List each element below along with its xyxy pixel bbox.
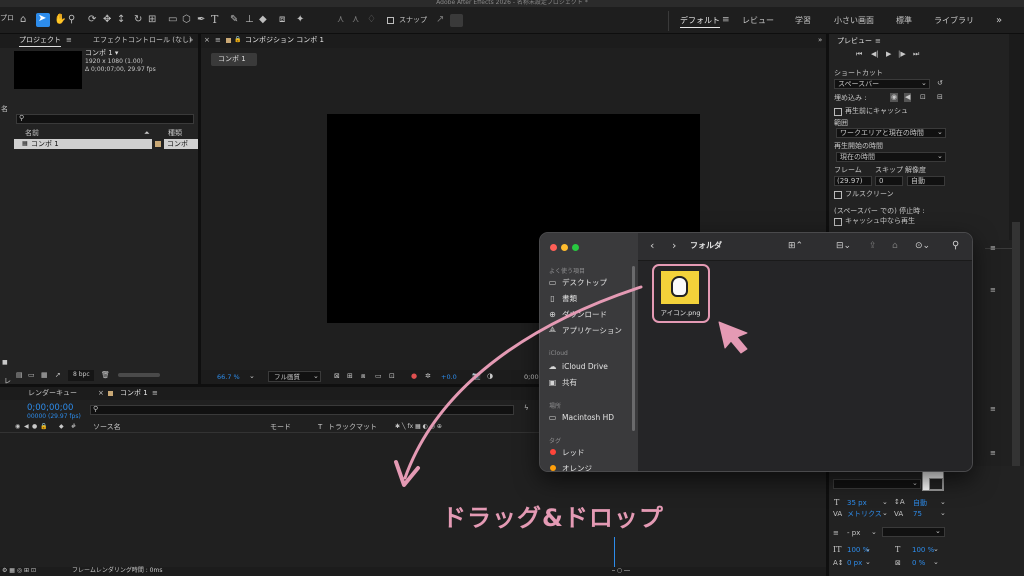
drag-arrow-overlay	[394, 285, 748, 487]
drag-path-curve	[403, 285, 643, 480]
cursor-icon	[718, 321, 748, 354]
drag-drop-caption: ドラッグ&ドロップ	[442, 504, 664, 532]
